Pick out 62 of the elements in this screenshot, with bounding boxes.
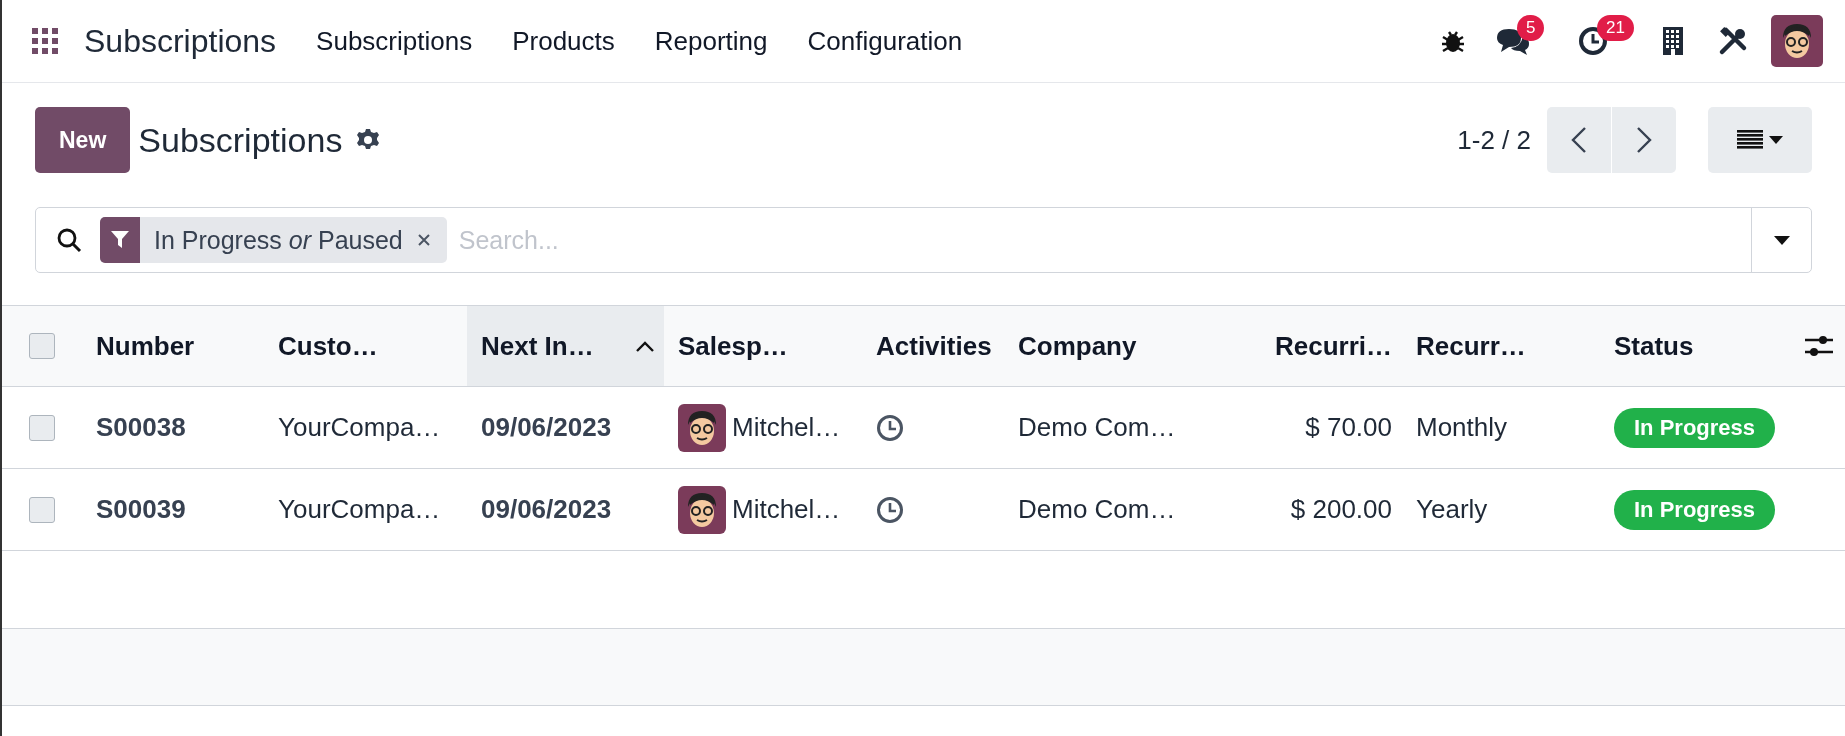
app-name[interactable]: Subscriptions [84, 22, 277, 60]
pager-text: 1-2 / 2 [1457, 124, 1531, 156]
search-icon[interactable] [56, 227, 82, 253]
table-cell-text: 09/06/2023 [480, 411, 613, 444]
column-header[interactable]: Custo… [264, 306, 467, 386]
column-header[interactable]: Company [1004, 306, 1232, 386]
menu-item[interactable]: Reporting [634, 25, 788, 57]
column-header[interactable]: Recurr… [1402, 306, 1600, 386]
status-badge: In Progress [1614, 489, 1776, 530]
status-badge: In Progress [1614, 407, 1776, 448]
search-field[interactable]: In Progress or Paused Search... [35, 207, 1812, 273]
select-all-checkbox[interactable] [29, 333, 55, 359]
table-cell-text: S00038 [95, 411, 187, 444]
activity-count-badge: 21 [1597, 15, 1634, 41]
message-count-badge: 5 [1517, 15, 1545, 41]
clock-icon[interactable] [876, 495, 904, 524]
list-view-icon[interactable] [1737, 130, 1763, 150]
filter-facet-text: In Progress or Paused [153, 225, 404, 255]
column-header[interactable]: Next In… [467, 306, 664, 386]
apps-grid-icon[interactable] [32, 28, 58, 54]
caret-icon[interactable] [1769, 136, 1783, 144]
table-cell-text: Demo Com… [1017, 493, 1177, 526]
menu-item[interactable]: Subscriptions [296, 25, 493, 57]
view-switcher-button[interactable] [1708, 107, 1812, 173]
clock-icon[interactable] [876, 413, 904, 442]
new-button[interactable]: New [35, 107, 131, 173]
column-options-icon[interactable] [1804, 334, 1833, 358]
salesperson-name: Mitchel… [732, 494, 841, 525]
tools-icon[interactable] [1718, 26, 1748, 56]
sort-ascending-icon[interactable] [636, 340, 654, 352]
table-cell-text: $ 70.00 [1304, 411, 1393, 444]
table-cell-text: Yearly [1415, 493, 1489, 526]
column-header[interactable]: Status [1600, 306, 1792, 386]
settings-icon[interactable] [356, 128, 381, 152]
face-drawing [685, 408, 719, 447]
row-checkbox[interactable] [29, 496, 55, 523]
table-cell-text: S00039 [95, 493, 187, 526]
column-header[interactable]: Number [82, 306, 264, 386]
building-icon[interactable] [1662, 27, 1684, 55]
table-cell-text: Demo Com… [1017, 411, 1177, 444]
row-checkbox[interactable] [29, 414, 55, 441]
table-cell-text: $ 200.00 [1289, 493, 1393, 526]
filter-icon [100, 217, 140, 263]
clock-icon[interactable] [1578, 26, 1608, 56]
table-cell-text: YourCompa… [277, 411, 442, 444]
menu-item[interactable]: Configuration [787, 25, 983, 57]
avatar-face-drawing [1780, 22, 1814, 60]
chevron-right-icon[interactable] [1636, 126, 1652, 154]
column-header[interactable]: Salesp… [664, 306, 862, 386]
salesperson-name: Mitchel… [732, 412, 841, 443]
chevron-left-icon[interactable] [1571, 126, 1587, 154]
menu-item[interactable]: Products [492, 25, 635, 57]
column-header[interactable]: Recurri… [1232, 306, 1402, 386]
close-icon[interactable] [416, 233, 431, 247]
column-header[interactable]: Activities [862, 306, 1004, 386]
table-cell-text: 09/06/2023 [480, 493, 613, 526]
face-drawing [685, 490, 719, 529]
caret-icon[interactable] [1773, 235, 1790, 245]
table-cell-text: Monthly [1415, 411, 1509, 444]
table-cell-text: YourCompa… [277, 493, 442, 526]
page-title[interactable]: Subscriptions [138, 120, 343, 160]
user-avatar[interactable] [1771, 15, 1823, 67]
